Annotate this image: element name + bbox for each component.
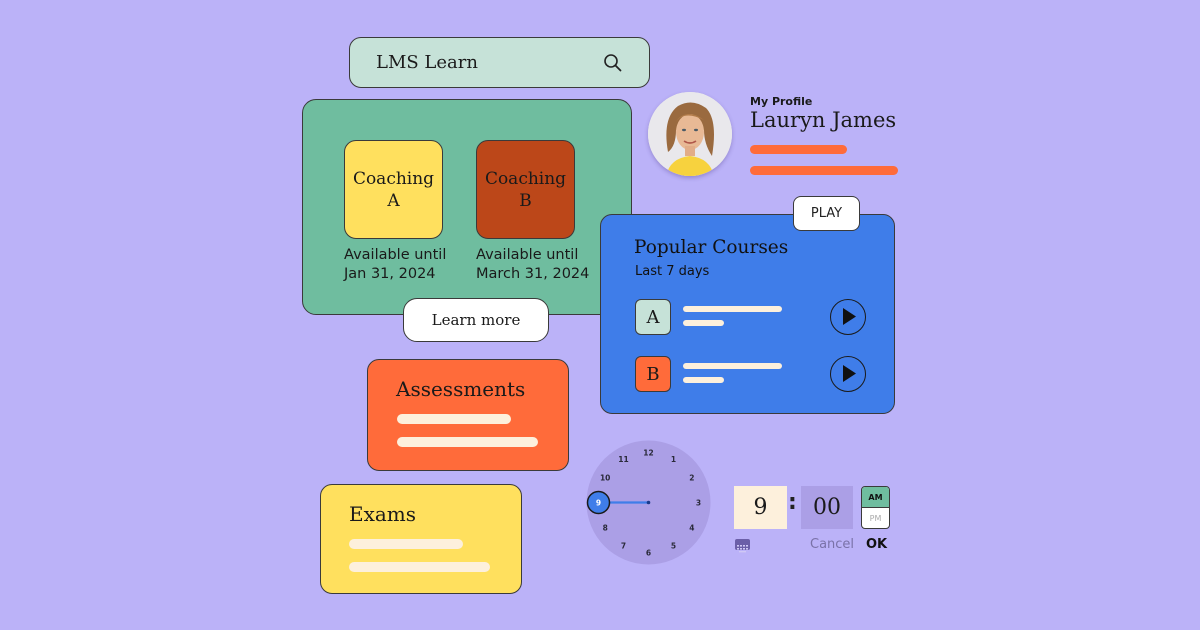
- clock-number-6[interactable]: 6: [646, 548, 651, 557]
- course-badge: A: [635, 299, 671, 335]
- play-icon: [843, 308, 856, 325]
- availability-date: Jan 31, 2024: [344, 266, 436, 282]
- course-subtitle-line: [683, 320, 724, 326]
- availability-date: March 31, 2024: [476, 266, 590, 282]
- course-title-line: [683, 306, 782, 312]
- availability-label: Available until: [476, 247, 579, 263]
- coaching-b-letter: B: [519, 190, 532, 211]
- clock-number-3[interactable]: 3: [696, 498, 701, 507]
- exams-card[interactable]: Exams: [320, 484, 522, 594]
- search-input[interactable]: LMS Learn: [376, 52, 603, 73]
- clock-number-4[interactable]: 4: [689, 523, 694, 532]
- play-button[interactable]: PLAY: [793, 196, 860, 231]
- coaching-b-availability: Available until March 31, 2024: [476, 246, 589, 284]
- assessments-card[interactable]: Assessments: [367, 359, 569, 471]
- clock-number-10[interactable]: 10: [600, 473, 610, 482]
- play-course-a-button[interactable]: [830, 299, 866, 335]
- keyboard-icon[interactable]: [735, 539, 750, 553]
- clock-center: [646, 500, 651, 505]
- clock-number-1[interactable]: 1: [671, 455, 676, 464]
- assessments-line: [397, 414, 511, 424]
- avatar[interactable]: [648, 92, 732, 176]
- profile-name: Lauryn James: [750, 108, 897, 132]
- profile-caption: My Profile: [750, 95, 813, 108]
- pm-option[interactable]: PM: [862, 508, 889, 528]
- exams-line: [349, 539, 463, 549]
- coaching-a-availability: Available until Jan 31, 2024: [344, 246, 446, 284]
- time-separator: :: [788, 490, 797, 515]
- coaching-card: Coaching A Coaching B Available until Jan …: [302, 99, 632, 315]
- availability-label: Available until: [344, 247, 447, 263]
- exams-line: [349, 562, 490, 572]
- clock-dial[interactable]: 12123456781011 9: [586, 440, 711, 565]
- popular-courses-card: Popular Courses Last 7 days A B: [600, 214, 895, 414]
- course-subtitle-line: [683, 377, 724, 383]
- cancel-button[interactable]: Cancel: [810, 537, 854, 552]
- search-bar[interactable]: LMS Learn: [349, 37, 650, 88]
- play-icon: [843, 365, 856, 382]
- minute-field[interactable]: 00: [801, 486, 853, 529]
- popular-courses-subtitle: Last 7 days: [635, 264, 710, 279]
- clock-number-5[interactable]: 5: [671, 542, 676, 551]
- coaching-b-tile[interactable]: Coaching B: [476, 140, 575, 239]
- ok-button[interactable]: OK: [866, 537, 887, 552]
- clock-number-8[interactable]: 8: [603, 523, 608, 532]
- clock-selected-hour-label: 9: [596, 499, 601, 508]
- am-option[interactable]: AM: [862, 487, 889, 508]
- profile-detail-line: [750, 166, 898, 175]
- hour-field[interactable]: 9: [734, 486, 787, 529]
- profile-detail-line: [750, 145, 847, 154]
- popular-courses-title: Popular Courses: [634, 237, 789, 258]
- clock-number-12[interactable]: 12: [643, 448, 653, 457]
- clock-number-7[interactable]: 7: [621, 542, 626, 551]
- am-pm-toggle[interactable]: AM PM: [861, 486, 890, 529]
- clock-number-11[interactable]: 11: [618, 455, 628, 464]
- play-course-b-button[interactable]: [830, 356, 866, 392]
- coaching-a-title: Coaching: [352, 168, 435, 189]
- coaching-b-title: Coaching: [484, 168, 567, 189]
- clock-number-2[interactable]: 2: [689, 473, 694, 482]
- coaching-a-tile[interactable]: Coaching A: [344, 140, 443, 239]
- search-icon[interactable]: [603, 53, 623, 73]
- course-badge: B: [635, 356, 671, 392]
- coaching-a-letter: A: [387, 190, 400, 211]
- learn-more-button[interactable]: Learn more: [403, 298, 549, 342]
- course-title-line: [683, 363, 782, 369]
- exams-title: Exams: [349, 502, 417, 526]
- assessments-title: Assessments: [396, 377, 526, 401]
- profile-photo: [648, 92, 732, 176]
- assessments-line: [397, 437, 538, 447]
